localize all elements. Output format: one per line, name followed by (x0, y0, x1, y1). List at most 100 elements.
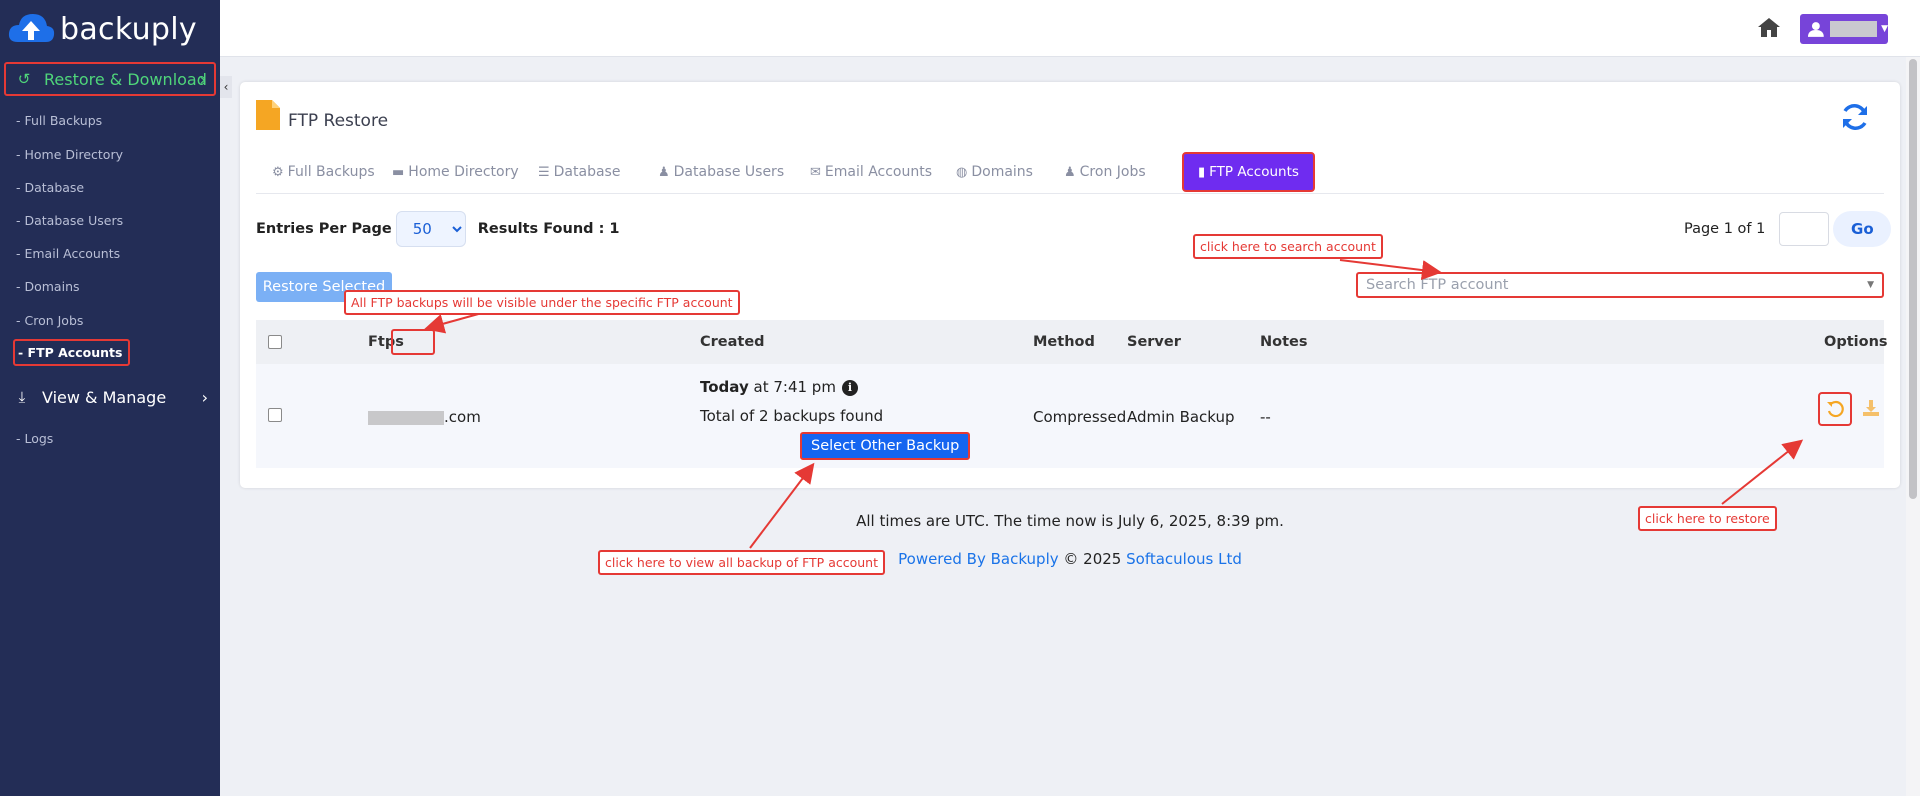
refresh-icon[interactable] (1840, 102, 1870, 132)
sidebar-item-cron-jobs[interactable]: - Cron Jobs (16, 313, 83, 328)
entries-label: Entries Per Page (256, 221, 392, 237)
tab-email-accounts[interactable]: ✉ Email Accounts (810, 152, 932, 192)
domain-suffix: .com (444, 408, 481, 426)
folder-icon: ▬ (392, 164, 405, 180)
page-title: FTP Restore (288, 111, 389, 131)
backups-found: Total of 2 backups found (700, 407, 884, 425)
header-notes[interactable]: Notes (1260, 334, 1308, 350)
tab-label: Home Directory (408, 164, 519, 180)
entries-per-page-select[interactable]: 50 (395, 211, 466, 247)
search-placeholder: Search FTP account (1366, 277, 1509, 293)
created-day: Today (700, 378, 749, 396)
tab-label: Domains (971, 164, 1033, 180)
sidebar-collapse-toggle[interactable]: ‹ (220, 76, 232, 98)
envelope-icon: ✉ (810, 164, 821, 180)
tab-label: FTP Accounts (1209, 164, 1299, 180)
powered-by-link[interactable]: Powered By Backuply (898, 550, 1059, 568)
tab-label: Email Accounts (824, 164, 933, 180)
entries-per-page: Entries Per Page 50 Results Found : 1 (256, 211, 620, 247)
chevron-right-icon: › (199, 69, 206, 89)
home-icon[interactable] (1757, 16, 1781, 38)
softaculous-link[interactable]: Softaculous Ltd (1126, 550, 1242, 568)
menu-restore-download-label: Restore & Download (44, 69, 207, 89)
database-icon: ☰ (538, 164, 550, 180)
restore-tabs: ⚙ Full Backups ▬ Home Directory ☰ Database … (256, 152, 1884, 194)
user-icon (1808, 22, 1824, 37)
caret-down-icon: ▼ (1881, 24, 1888, 34)
pagination: Page 1 of 1 Go (1684, 211, 1892, 247)
copyright: © 2025 (1058, 550, 1127, 568)
tab-full-backups[interactable]: ⚙ Full Backups (272, 152, 375, 192)
restore-icon: ↺ (17, 70, 31, 88)
tab-label: Database (553, 164, 621, 180)
tab-ftp-accounts[interactable]: ▮ FTP Accounts (1182, 152, 1315, 192)
table-row: .com Today at 7:41 pm i Total of 2 backup… (256, 364, 1884, 468)
created-time: Today at 7:41 pm i (700, 378, 858, 396)
header-options: Options (1824, 334, 1888, 350)
results-count: Results Found : 1 (477, 221, 620, 237)
page-number-input[interactable] (1779, 212, 1830, 246)
annotation-restore: click here to restore (1638, 506, 1777, 531)
ftp-restore-card: FTP Restore ⚙ Full Backups ▬ Home Director… (240, 82, 1900, 488)
powered-by: Powered By Backuply © 2025 Softaculous L… (220, 550, 1920, 568)
sidebar-item-domains[interactable]: - Domains (16, 279, 80, 294)
user-icon: ♟ (658, 164, 670, 180)
header-created[interactable]: Created (700, 334, 765, 350)
tab-database-users[interactable]: ♟ Database Users (658, 152, 784, 192)
brand-name: backuply (60, 11, 197, 47)
tab-home-directory[interactable]: ▬ Home Directory (392, 152, 519, 192)
menu-view-manage[interactable]: ⤓ View & Manage › (4, 380, 216, 414)
tab-domains[interactable]: ◍ Domains (956, 152, 1033, 192)
tab-label: Cron Jobs (1079, 164, 1146, 180)
header-server[interactable]: Server (1127, 334, 1181, 350)
annotation-ftps: All FTP backups will be visible under th… (344, 290, 740, 315)
restore-icon (1827, 400, 1844, 418)
select-all-checkbox[interactable] (268, 335, 282, 349)
tab-label: Database Users (673, 164, 785, 180)
card-header: FTP Restore (256, 99, 388, 131)
backuply-logo[interactable]: backuply (6, 6, 197, 52)
scrollbar-thumb[interactable] (1909, 59, 1917, 499)
search-ftp-account-select[interactable]: Search FTP account ▼ (1356, 272, 1884, 298)
user-menu-button[interactable]: ▼ (1800, 14, 1888, 44)
top-bar (220, 0, 1920, 57)
caret-down-icon: ▼ (1867, 280, 1874, 290)
globe-icon: ◍ (956, 164, 968, 180)
menu-view-manage-label: View & Manage (42, 387, 167, 407)
tab-cron-jobs[interactable]: ♟ Cron Jobs (1064, 152, 1146, 192)
method-value: Compressed (1033, 408, 1127, 426)
row-checkbox[interactable] (268, 408, 282, 422)
chevron-right-icon: › (201, 387, 208, 407)
sidebar-item-logs[interactable]: - Logs (16, 431, 53, 446)
sidebar-item-full-backups[interactable]: - Full Backups (16, 113, 102, 128)
page-scrollbar[interactable] (1906, 57, 1920, 796)
sidebar-item-ftp-accounts[interactable]: - FTP Accounts (13, 339, 131, 366)
server-value: Admin Backup (1127, 408, 1235, 426)
select-other-backup-button[interactable]: Select Other Backup (800, 432, 971, 460)
annotation-select-other: click here to view all backup of FTP acc… (598, 550, 885, 575)
user-clock-icon: ♟ (1064, 164, 1076, 180)
sidebar-item-email-accounts[interactable]: - Email Accounts (16, 246, 120, 261)
file-icon (256, 100, 280, 130)
info-icon[interactable]: i (841, 379, 858, 396)
tab-database[interactable]: ☰ Database (538, 152, 620, 192)
redacted-text (368, 410, 444, 425)
header-method[interactable]: Method (1033, 334, 1095, 350)
users-icon: ⚙ (272, 164, 284, 180)
tab-label: Full Backups (287, 164, 375, 180)
created-time-value: at 7:41 pm (748, 378, 836, 396)
menu-restore-download[interactable]: ↺ Restore & Download › (4, 62, 216, 96)
username-redacted (1829, 21, 1878, 37)
sidebar-item-home-directory[interactable]: - Home Directory (16, 147, 123, 162)
sidebar: backuply ↺ Restore & Download › - Full B… (0, 0, 220, 796)
page-info: Page 1 of 1 (1684, 221, 1766, 237)
sidebar-item-database-users[interactable]: - Database Users (16, 213, 123, 228)
sidebar-item-database[interactable]: - Database (16, 180, 84, 195)
ftps-header-highlight (391, 329, 435, 355)
restore-button[interactable] (1818, 392, 1852, 426)
go-button[interactable]: Go (1833, 211, 1892, 247)
table-header: Ftps Created Method Server Notes Options (256, 320, 1888, 364)
ftp-account-name: .com (368, 408, 481, 426)
download-icon[interactable] (1862, 399, 1880, 417)
notes-value: -- (1260, 408, 1271, 426)
